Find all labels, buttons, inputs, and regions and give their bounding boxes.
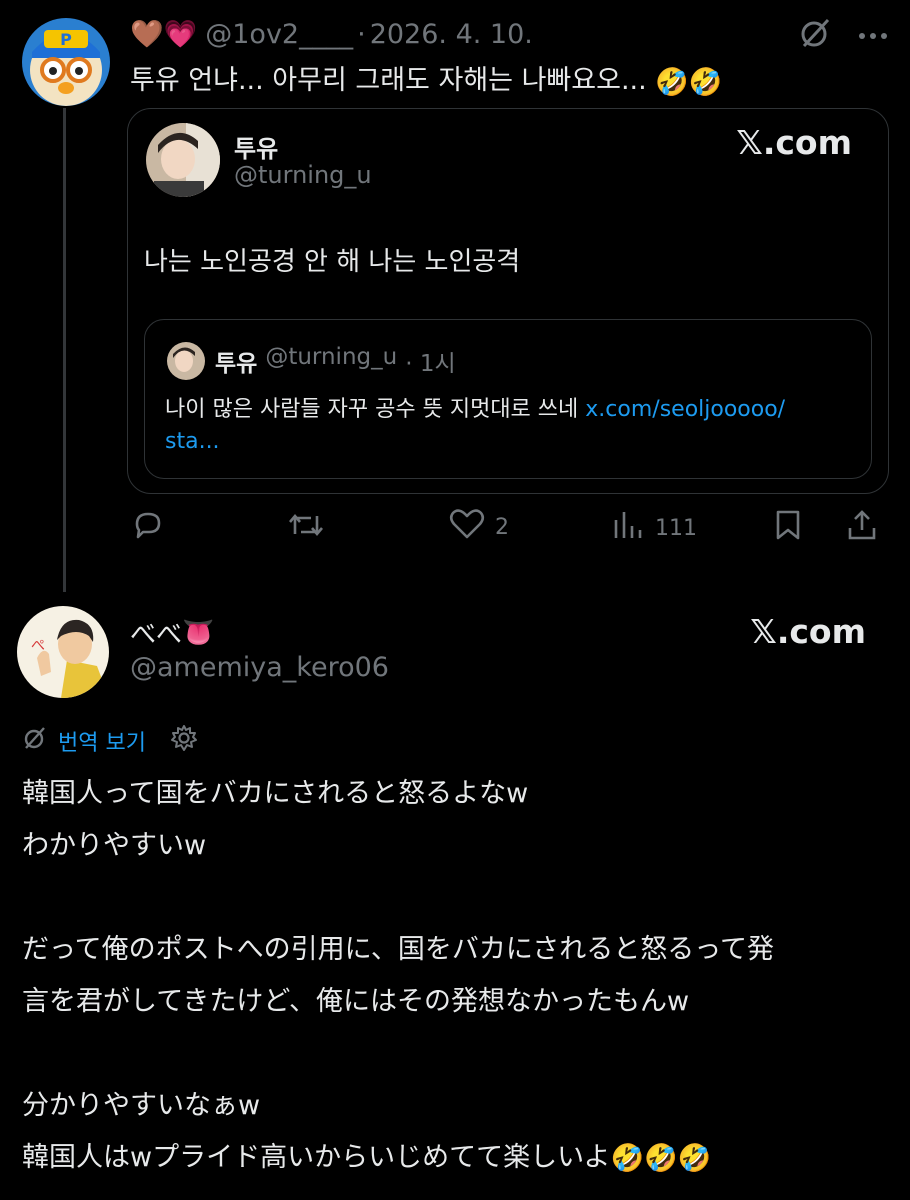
source-label[interactable]: 𝕏.com bbox=[736, 123, 852, 162]
embedded-post-card[interactable]: 투유 @turning_u 𝕏.com 나는 노인공경 안 해 나는 노인공격 … bbox=[127, 108, 889, 494]
post-text: 투유 언냐... 아무리 그래도 자해는 나빠요오... 🤣🤣 bbox=[130, 58, 723, 98]
like-count: 2 bbox=[495, 514, 509, 540]
repost-icon bbox=[287, 508, 325, 548]
post2-line-8-emoji: 🤣🤣🤣 bbox=[610, 1142, 712, 1174]
post-text-emoji: 🤣🤣 bbox=[655, 66, 723, 98]
post-header: 🤎💗 @1ov2____ · 2026. 4. 10. bbox=[130, 14, 533, 54]
reply-button[interactable] bbox=[131, 508, 175, 548]
separator: · bbox=[357, 18, 366, 50]
post-text-content: 투유 언냐... 아무리 그래도 자해는 나빠요오... bbox=[130, 65, 647, 96]
avatar[interactable]: ぺ bbox=[17, 606, 109, 698]
quoted-text-content: 나이 많은 사람들 자꾸 공수 뜻 지멋대로 쓰네 bbox=[165, 397, 586, 422]
share-button[interactable] bbox=[845, 508, 879, 548]
post2-author-handle[interactable]: @amemiya_kero06 bbox=[130, 652, 389, 683]
views-button[interactable]: 111 bbox=[611, 508, 697, 548]
svg-text:P: P bbox=[60, 30, 72, 49]
quoted-link-continuation[interactable]: sta... bbox=[165, 429, 220, 454]
author-handle[interactable]: @1ov2____ bbox=[205, 19, 353, 50]
like-button[interactable]: 2 bbox=[449, 508, 509, 546]
translate-link[interactable]: 번역 보기 bbox=[58, 725, 146, 757]
post2-line-5: 言を君がしてきたけど、俺にはその発想なかったもんw bbox=[22, 986, 690, 1017]
avatar[interactable]: P bbox=[22, 18, 110, 106]
post2-line-blank bbox=[22, 872, 774, 924]
grok-icon[interactable] bbox=[798, 16, 832, 54]
post2-line-4: だって俺のポストへの引用に、国をバカにされると怒るって発 bbox=[22, 934, 774, 965]
avatar[interactable] bbox=[146, 123, 220, 197]
post2-author-name[interactable]: べべ 👅 bbox=[130, 614, 214, 651]
post2-line-2: わかりやすいw bbox=[22, 830, 207, 861]
post2-line-1: 韓国人って国をバカにされると怒るよなw bbox=[22, 778, 529, 809]
post2-line-7: 分かりやすいなぁw bbox=[22, 1090, 261, 1121]
embedded-author-handle[interactable]: @turning_u bbox=[234, 161, 372, 189]
svg-text:ぺ: ぺ bbox=[31, 638, 45, 654]
post2-line-blank bbox=[22, 1028, 774, 1080]
quoted-post-text: 나이 많은 사람들 자꾸 공수 뜻 지멋대로 쓰네 x.com/seoljooo… bbox=[165, 394, 855, 458]
author-name[interactable]: べべ bbox=[130, 614, 182, 651]
post-date[interactable]: 2026. 4. 10. bbox=[370, 19, 533, 50]
post2-body: 韓国人って国をバカにされると怒るよなw わかりやすいw だって俺のポストへの引用… bbox=[22, 768, 774, 1185]
reply-post: P 🤎💗 @1ov2____ · 2026. 4. 10. 투유 언냐... 아… bbox=[0, 0, 910, 600]
views-icon bbox=[611, 508, 645, 548]
embedded-author-name[interactable]: 투유 bbox=[234, 129, 278, 164]
quoted-author-handle[interactable]: @turning_u bbox=[265, 344, 397, 378]
gear-icon[interactable] bbox=[170, 724, 198, 758]
repost-button[interactable] bbox=[287, 508, 335, 548]
quoted-link[interactable]: x.com/seoljooooo/ bbox=[585, 397, 785, 422]
grok-icon[interactable] bbox=[22, 725, 48, 757]
post2-line-8: 韓国人はwプライド高いからいじめてて楽しいよ🤣🤣🤣 bbox=[22, 1132, 774, 1185]
quoted-author-name[interactable]: 투유 bbox=[215, 344, 257, 378]
post-top-actions bbox=[798, 16, 888, 54]
quoted-post-time: · 1시 bbox=[405, 351, 456, 377]
bookmark-button[interactable] bbox=[773, 508, 803, 548]
display-name-emoji[interactable]: 🤎💗 bbox=[130, 18, 197, 50]
avatar[interactable] bbox=[167, 342, 205, 380]
more-options-icon[interactable] bbox=[858, 26, 888, 45]
embedded-post-text: 나는 노인공경 안 해 나는 노인공격 bbox=[144, 247, 521, 277]
heart-icon bbox=[449, 508, 485, 546]
share-icon bbox=[845, 508, 879, 548]
views-count: 111 bbox=[655, 515, 697, 541]
bookmark-icon bbox=[773, 508, 803, 548]
post2-line-8-text: 韓国人はwプライド高いからいじめてて楽しいよ bbox=[22, 1142, 611, 1173]
author-name-emoji: 👅 bbox=[182, 617, 215, 648]
quoted-post-header: 투유 @turning_u · 1시 bbox=[215, 344, 456, 378]
translate-row: 번역 보기 bbox=[22, 724, 198, 758]
reply-icon bbox=[131, 508, 165, 548]
post-action-bar: 2 111 bbox=[127, 508, 887, 552]
quoted-post-card[interactable]: 투유 @turning_u · 1시 나이 많은 사람들 자꾸 공수 뜻 지멋대… bbox=[144, 319, 872, 479]
source-label[interactable]: 𝕏.com bbox=[750, 612, 866, 651]
